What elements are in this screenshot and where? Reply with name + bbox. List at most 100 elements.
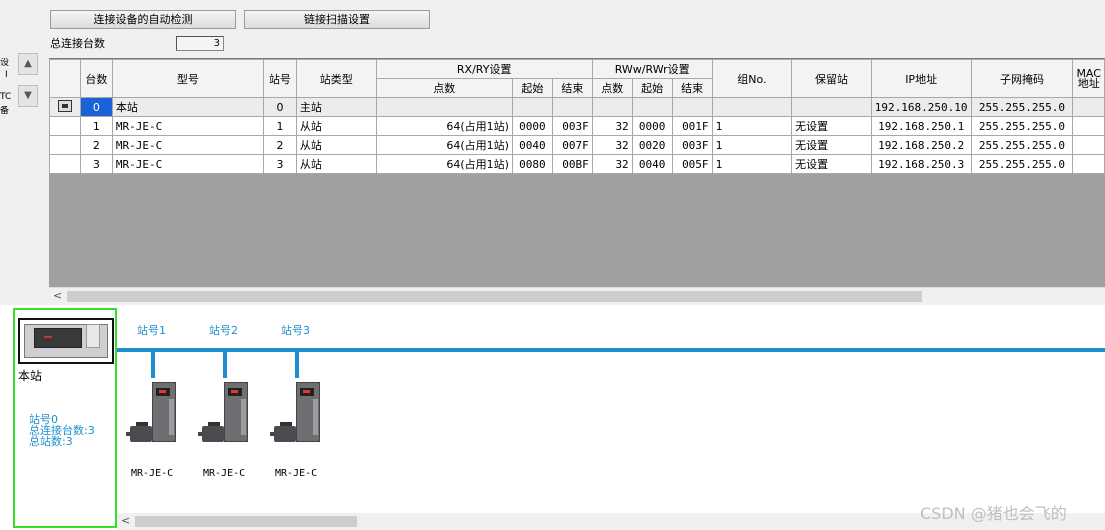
table-row[interactable]: 0 本站 0 主站 192.168.250.10 255.255.255.0 xyxy=(49,97,1105,117)
edge-fragment: 备 xyxy=(0,106,10,116)
rw-end-cell[interactable]: 005F xyxy=(671,154,713,174)
servo-amplifier-icon[interactable] xyxy=(126,382,186,448)
header-station-no[interactable]: 站号 xyxy=(262,59,297,98)
header-rx-start: 起始 xyxy=(511,78,553,98)
rw-end-cell[interactable]: 003F xyxy=(671,135,713,155)
row-icon-cell xyxy=(49,154,81,453)
header-icon-col xyxy=(49,59,81,98)
rx-end-cell[interactable] xyxy=(551,97,593,117)
station-cell[interactable]: 3 xyxy=(262,154,297,174)
station-drop-line xyxy=(223,350,227,378)
reserved-cell[interactable]: 无设置 xyxy=(791,154,872,174)
rx-points-cell[interactable]: 64(占用1站) xyxy=(375,116,513,136)
servo-amplifier-icon[interactable] xyxy=(270,382,330,448)
scrollbar-thumb[interactable] xyxy=(135,516,357,527)
rw-points-cell[interactable]: 32 xyxy=(591,154,633,174)
model-cell[interactable]: MR-JE-C xyxy=(111,116,264,136)
plc-icon[interactable] xyxy=(18,318,114,364)
ip-cell[interactable]: 192.168.250.10 xyxy=(870,97,972,117)
type-cell[interactable]: 主站 xyxy=(295,97,377,117)
rx-points-cell[interactable] xyxy=(375,97,513,117)
type-cell[interactable]: 从站 xyxy=(295,116,377,136)
header-station-type[interactable]: 站类型 xyxy=(295,59,377,98)
header-model[interactable]: 型号 xyxy=(111,59,264,98)
type-cell[interactable]: 从站 xyxy=(295,154,377,174)
mac-cell[interactable] xyxy=(1072,116,1105,136)
rx-start-cell[interactable]: 0040 xyxy=(511,135,553,155)
rw-end-cell[interactable]: 001F xyxy=(671,116,713,136)
scroll-left-icon[interactable]: < xyxy=(121,514,130,527)
ip-cell[interactable]: 192.168.250.1 xyxy=(870,116,972,136)
table-horizontal-scrollbar[interactable]: < xyxy=(49,287,1105,304)
station-label: 站号2 xyxy=(209,324,238,337)
ip-cell[interactable]: 192.168.250.3 xyxy=(870,154,972,174)
station-cell[interactable]: 1 xyxy=(262,116,297,136)
scrollbar-thumb[interactable] xyxy=(67,291,922,302)
rw-start-cell[interactable]: 0000 xyxy=(631,116,673,136)
mac-cell[interactable] xyxy=(1072,154,1105,174)
header-count[interactable]: 台数 xyxy=(79,59,113,98)
table-row[interactable]: 2 MR-JE-C 2 从站 64(占用1站) 0040 007F 32 002… xyxy=(49,135,1105,453)
rx-start-cell[interactable] xyxy=(511,97,553,117)
left-panel-edge: 设 I TC 备 xyxy=(0,0,14,300)
group-cell[interactable] xyxy=(711,97,793,117)
total-connected-field: 3 xyxy=(176,36,224,51)
header-group-no[interactable]: 组No. xyxy=(711,59,793,98)
group-cell[interactable]: 1 xyxy=(711,135,793,155)
count-cell[interactable]: 3 xyxy=(79,154,113,174)
station-cell[interactable]: 2 xyxy=(262,135,297,155)
subnet-cell[interactable]: 255.255.255.0 xyxy=(970,116,1074,136)
model-cell[interactable]: 本站 xyxy=(111,97,264,117)
rw-points-cell[interactable]: 32 xyxy=(591,116,633,136)
header-reserved[interactable]: 保留站 xyxy=(791,59,872,98)
rw-points-cell[interactable]: 32 xyxy=(591,135,633,155)
move-up-button[interactable]: ▲ xyxy=(18,53,38,75)
count-cell[interactable]: 2 xyxy=(79,135,113,155)
rx-start-cell[interactable]: 0000 xyxy=(511,116,553,136)
row-icon-cell xyxy=(49,97,81,117)
rw-points-cell[interactable] xyxy=(591,97,633,117)
rw-start-cell[interactable]: 0020 xyxy=(631,135,673,155)
reserved-cell[interactable]: 无设置 xyxy=(791,135,872,155)
rx-points-cell[interactable]: 64(占用1站) xyxy=(375,135,513,155)
master-station-icon xyxy=(57,99,72,112)
rx-end-cell[interactable]: 007F xyxy=(551,135,593,155)
rw-start-cell[interactable] xyxy=(631,97,673,117)
triangle-down-icon: ▼ xyxy=(24,90,32,101)
ip-cell[interactable]: 192.168.250.2 xyxy=(870,135,972,155)
header-rx-points: 点数 xyxy=(375,78,513,98)
rx-end-cell[interactable]: 003F xyxy=(551,116,593,136)
row-icon-cell xyxy=(49,116,81,453)
mac-cell[interactable] xyxy=(1072,97,1105,117)
group-cell[interactable]: 1 xyxy=(711,116,793,136)
move-down-button[interactable]: ▼ xyxy=(18,85,38,107)
count-cell[interactable]: 0 xyxy=(79,97,113,117)
table-row[interactable]: 1 MR-JE-C 1 从站 64(占用1站) 0000 003F 32 000… xyxy=(49,116,1105,453)
subnet-cell[interactable]: 255.255.255.0 xyxy=(970,135,1074,155)
type-cell[interactable]: 从站 xyxy=(295,135,377,155)
group-cell[interactable]: 1 xyxy=(711,154,793,174)
model-cell[interactable]: MR-JE-C xyxy=(111,135,264,155)
station-cell[interactable]: 0 xyxy=(262,97,297,117)
header-rxry-group: RX/RY设置 xyxy=(375,59,593,79)
table-row[interactable]: 3 MR-JE-C 3 从站 64(占用1站) 0080 00BF 32 004… xyxy=(49,154,1105,453)
rx-points-cell[interactable]: 64(占用1站) xyxy=(375,154,513,174)
link-scan-settings-button[interactable]: 链接扫描设置 xyxy=(244,10,430,29)
count-cell[interactable]: 1 xyxy=(79,116,113,136)
subnet-cell[interactable]: 255.255.255.0 xyxy=(970,97,1074,117)
reserved-cell[interactable]: 无设置 xyxy=(791,116,872,136)
model-cell[interactable]: MR-JE-C xyxy=(111,154,264,174)
servo-amplifier-icon[interactable] xyxy=(198,382,258,448)
scroll-left-icon[interactable]: < xyxy=(53,289,62,302)
header-mac[interactable]: MAC地址 xyxy=(1072,59,1105,98)
rw-end-cell[interactable] xyxy=(671,97,713,117)
rx-end-cell[interactable]: 00BF xyxy=(551,154,593,174)
header-ip[interactable]: IP地址 xyxy=(870,59,972,98)
rw-start-cell[interactable]: 0040 xyxy=(631,154,673,174)
auto-detect-button[interactable]: 连接设备的自动检测 xyxy=(50,10,236,29)
mac-cell[interactable] xyxy=(1072,135,1105,155)
reserved-cell[interactable] xyxy=(791,97,872,117)
rx-start-cell[interactable]: 0080 xyxy=(511,154,553,174)
header-subnet[interactable]: 子网掩码 xyxy=(970,59,1074,98)
subnet-cell[interactable]: 255.255.255.0 xyxy=(970,154,1074,174)
